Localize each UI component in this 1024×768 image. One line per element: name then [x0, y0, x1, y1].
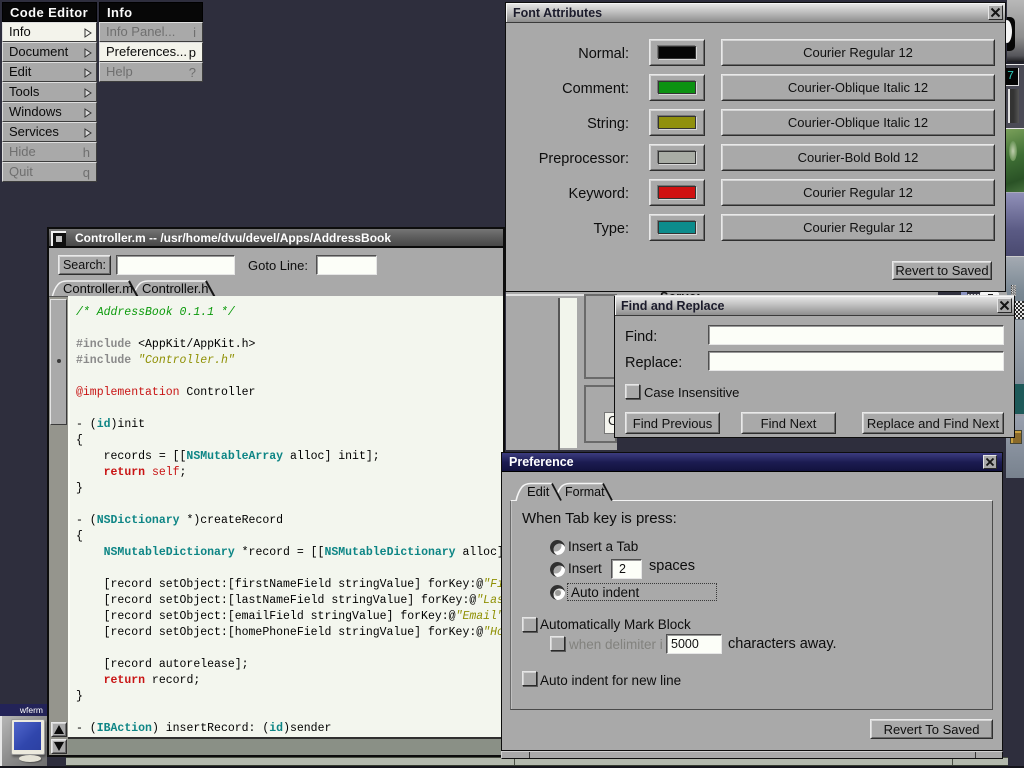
- svg-text:Edit: Edit: [527, 484, 550, 499]
- svg-text:Controller.h: Controller.h: [142, 281, 208, 296]
- svg-text:Controller.m: Controller.m: [63, 281, 133, 296]
- svg-text:Format: Format: [565, 485, 605, 499]
